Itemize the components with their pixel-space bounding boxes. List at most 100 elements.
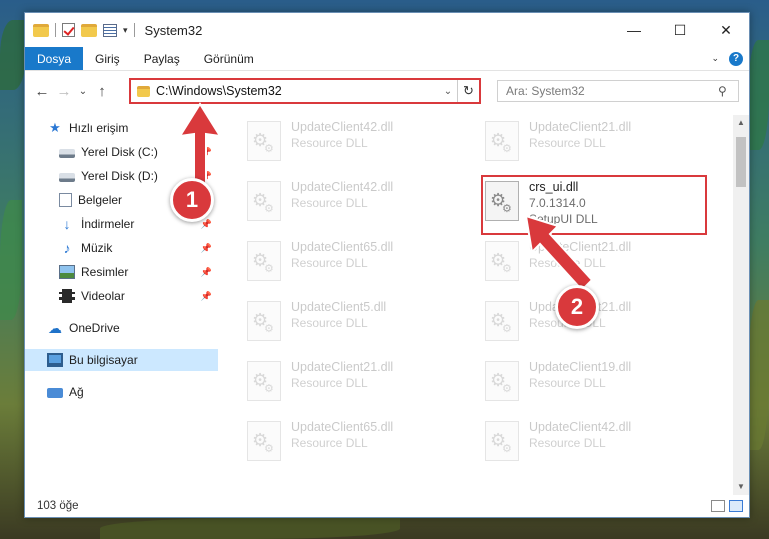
- folder-icon: [137, 85, 150, 97]
- item-count: 103 öğe: [37, 500, 79, 512]
- navigation-bar: ← → ⌄ ↑ C:\Windows\System32 ⌄ ↻ Ara: Sys…: [25, 75, 749, 107]
- maximize-button[interactable]: ☐: [657, 13, 703, 47]
- annotation-badge-2: 2: [555, 285, 599, 329]
- window-title: System32: [144, 22, 203, 38]
- up-button[interactable]: ↑: [91, 83, 113, 100]
- help-icon[interactable]: ?: [729, 51, 743, 66]
- new-folder-icon[interactable]: [81, 23, 97, 37]
- file-item[interactable]: UpdateClient42.dll Resource DLL: [247, 117, 477, 169]
- file-item[interactable]: UpdateClient21.dllResource DLL: [247, 357, 477, 409]
- file-type: Resource DLL: [529, 436, 606, 450]
- file-type: Resource DLL: [291, 436, 368, 450]
- minimize-button[interactable]: —: [611, 13, 657, 47]
- expand-ribbon-icon[interactable]: ⌄: [711, 53, 719, 64]
- refresh-button[interactable]: ↻: [457, 80, 479, 102]
- customize-icon[interactable]: [103, 23, 117, 37]
- file-type: Resource DLL: [291, 316, 368, 330]
- search-icon[interactable]: ⚲: [718, 84, 738, 98]
- sidebar-item-label: Hızlı erişim: [69, 121, 129, 135]
- sidebar-item-label: İndirmeler: [81, 217, 135, 231]
- vertical-scrollbar[interactable]: ▲ ▼: [733, 115, 749, 495]
- file-item[interactable]: UpdateClient21.dllResource DLL: [485, 297, 715, 349]
- window-controls: — ☐ ✕: [611, 13, 749, 47]
- dll-file-icon: [247, 421, 281, 461]
- quick-access-toolbar: ▾: [25, 23, 135, 37]
- file-name: UpdateClient42.dll: [291, 120, 394, 134]
- downloads-icon: ↓: [63, 216, 71, 232]
- computer-icon: [47, 353, 63, 367]
- wallpaper-leaf: [0, 20, 26, 90]
- address-dropdown-icon[interactable]: ⌄: [439, 86, 457, 97]
- tab-dosya[interactable]: Dosya: [25, 47, 84, 70]
- sidebar-item-label: Yerel Disk (D:): [81, 169, 158, 183]
- dll-file-icon: [247, 361, 281, 401]
- sidebar-item-videos[interactable]: Videolar 📌: [25, 285, 218, 307]
- file-name: UpdateClient65.dll: [291, 420, 394, 434]
- sidebar-item-label: Ağ: [69, 385, 84, 399]
- sidebar-item-pictures[interactable]: Resimler 📌: [25, 261, 218, 283]
- tab-giris[interactable]: Giriş: [83, 47, 132, 70]
- wallpaper-leaf: [100, 518, 400, 539]
- documents-icon: [59, 193, 72, 207]
- forward-button[interactable]: →: [53, 83, 75, 100]
- details-view-icon[interactable]: [711, 500, 725, 512]
- wallpaper-leaf: [748, 300, 769, 450]
- file-item[interactable]: UpdateClient65.dll Resource DLL: [247, 417, 477, 469]
- search-input[interactable]: Ara: System32: [506, 84, 718, 98]
- pictures-icon: [59, 265, 75, 279]
- file-item[interactable]: UpdateClient42.dll Resource DLL: [485, 417, 715, 469]
- tab-paylas[interactable]: Paylaş: [132, 47, 192, 70]
- dll-file-icon: [485, 121, 519, 161]
- pin-icon[interactable]: 📌: [201, 291, 212, 302]
- scroll-thumb[interactable]: [736, 137, 746, 187]
- tiles-view-icon[interactable]: [729, 500, 743, 512]
- dll-file-icon: [247, 121, 281, 161]
- file-type: Resource DLL: [291, 256, 368, 270]
- file-item[interactable]: UpdateClient5.dll Resource DLL: [247, 297, 477, 349]
- file-item[interactable]: UpdateClient65.dll Resource DLL: [247, 237, 477, 289]
- file-item[interactable]: UpdateClient42.dll Resource DLL: [247, 177, 477, 229]
- sidebar-item-label: Belgeler: [78, 193, 123, 207]
- pin-icon[interactable]: 📌: [201, 243, 212, 254]
- dll-file-icon: [247, 241, 281, 281]
- file-explorer-window: ▾ System32 — ☐ ✕ Dosya Giriş Paylaş Görü…: [24, 12, 750, 518]
- properties-check-icon[interactable]: [62, 23, 75, 37]
- wallpaper-leaf: [0, 200, 22, 320]
- pin-icon[interactable]: 📌: [201, 219, 212, 230]
- sidebar-item-label: Bu bilgisayar: [69, 353, 138, 367]
- file-name: UpdateClient42.dll: [529, 420, 632, 434]
- file-name: UpdateClient21.dll: [291, 360, 394, 374]
- star-icon: ★: [49, 120, 61, 135]
- search-box[interactable]: Ara: System32 ⚲: [497, 80, 739, 102]
- file-item[interactable]: UpdateClient21.dllResource DLL: [485, 117, 715, 169]
- dll-file-icon: [485, 361, 519, 401]
- close-button[interactable]: ✕: [703, 13, 749, 47]
- file-name: UpdateClient42.dll: [291, 180, 394, 194]
- sidebar-item-onedrive[interactable]: ☁ OneDrive: [25, 317, 218, 339]
- pin-icon[interactable]: 📌: [201, 267, 212, 278]
- tab-gorunum[interactable]: Görünüm: [192, 47, 266, 70]
- annotation-badge-1: 1: [170, 178, 214, 222]
- file-name: UpdateClient5.dll: [291, 300, 387, 314]
- dll-file-icon: [247, 301, 281, 341]
- recent-locations-button[interactable]: ⌄: [75, 86, 91, 97]
- file-item[interactable]: UpdateClient19.dll Resource DLL: [485, 357, 715, 409]
- sidebar-item-music[interactable]: ♪ Müzik 📌: [25, 237, 218, 259]
- dll-file-icon: [485, 301, 519, 341]
- status-bar: 103 öğe: [25, 495, 749, 517]
- toolbar-divider: [55, 23, 56, 37]
- sidebar-item-this-pc[interactable]: Bu bilgisayar: [25, 349, 218, 371]
- scroll-down-icon[interactable]: ▼: [733, 479, 749, 495]
- file-name: UpdateClient19.dll: [529, 360, 632, 374]
- ribbon-tabs: Dosya Giriş Paylaş Görünüm ⌄ ?: [25, 47, 749, 71]
- toolbar-divider: [133, 23, 135, 37]
- ribbon-right-controls: ⌄ ?: [711, 51, 743, 66]
- sidebar-item-network[interactable]: Ağ: [25, 381, 218, 403]
- back-button[interactable]: ←: [31, 83, 53, 100]
- customize-dropdown-icon[interactable]: ▾: [123, 25, 128, 36]
- drive-icon: [59, 173, 75, 182]
- sidebar-item-label: Müzik: [81, 241, 113, 255]
- folder-icon: [33, 23, 49, 37]
- scroll-up-icon[interactable]: ▲: [733, 115, 749, 131]
- dll-file-icon: [485, 241, 519, 281]
